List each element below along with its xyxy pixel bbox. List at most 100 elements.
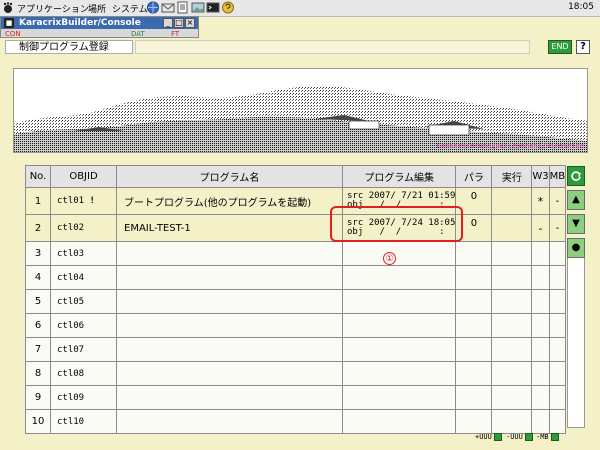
- table-row[interactable]: 1 ctl01 ! ブートプログラム(他のプログラムを起動) src 2007/…: [25, 187, 567, 215]
- row-objid[interactable]: ctl05: [50, 289, 117, 314]
- row-w3[interactable]: -: [531, 214, 550, 242]
- scroll-track[interactable]: [567, 258, 585, 428]
- scroll-down-button[interactable]: ▼: [567, 214, 585, 234]
- scroll-up-button[interactable]: ▲: [567, 190, 585, 210]
- table-row[interactable]: 3 ctl03: [25, 241, 567, 266]
- row-w3[interactable]: [531, 313, 550, 338]
- row-w3[interactable]: [531, 265, 550, 290]
- row-mb[interactable]: [548, 337, 567, 362]
- row-exec[interactable]: [491, 289, 533, 314]
- image-viewer-icon[interactable]: [191, 1, 205, 14]
- row-program-edit[interactable]: [341, 289, 457, 314]
- row-w3[interactable]: [531, 385, 550, 410]
- row-para[interactable]: [455, 265, 493, 290]
- row-program-name[interactable]: EMAIL-TEST-1: [116, 214, 343, 242]
- minimize-icon[interactable]: _: [163, 18, 173, 28]
- row-exec[interactable]: [491, 241, 533, 266]
- row-w3[interactable]: *: [531, 187, 550, 215]
- row-program-name[interactable]: [116, 289, 343, 314]
- row-mb[interactable]: [548, 409, 567, 434]
- close-icon[interactable]: ×: [185, 18, 195, 28]
- row-exec[interactable]: [491, 187, 533, 215]
- row-program-name[interactable]: [116, 361, 343, 386]
- console-window[interactable]: ■ KaracrixBuilder/Console _ □ × CON DAT …: [0, 16, 199, 38]
- row-exec[interactable]: [491, 361, 533, 386]
- row-para[interactable]: [455, 409, 493, 434]
- table-row[interactable]: 8 ctl08: [25, 361, 567, 386]
- row-exec[interactable]: [491, 214, 533, 242]
- gnome-foot-icon[interactable]: [2, 2, 14, 14]
- console-tool-ft[interactable]: FT: [171, 30, 179, 38]
- row-mb[interactable]: [548, 241, 567, 266]
- row-mb[interactable]: [548, 361, 567, 386]
- table-row[interactable]: 4 ctl04: [25, 265, 567, 290]
- row-objid[interactable]: ctl02: [50, 214, 117, 242]
- row-w3[interactable]: [531, 241, 550, 266]
- remove-uuu-button[interactable]: -UUU: [506, 433, 533, 441]
- end-button[interactable]: END: [548, 40, 572, 54]
- row-mb[interactable]: -: [548, 187, 567, 215]
- table-row[interactable]: 6 ctl06: [25, 313, 567, 338]
- row-mb[interactable]: [548, 313, 567, 338]
- row-program-edit[interactable]: [341, 361, 457, 386]
- row-program-name[interactable]: [116, 265, 343, 290]
- editor-icon[interactable]: [176, 1, 190, 14]
- remove-mb-button[interactable]: -MB: [536, 433, 559, 441]
- row-exec[interactable]: [491, 385, 533, 410]
- help-button[interactable]: ?: [576, 40, 590, 54]
- mail-icon[interactable]: [161, 1, 175, 14]
- row-program-name[interactable]: ブートプログラム(他のプログラムを起動): [116, 187, 343, 215]
- row-para[interactable]: [455, 289, 493, 314]
- row-objid[interactable]: ctl06: [50, 313, 117, 338]
- menu-places[interactable]: 場所: [88, 2, 106, 15]
- menu-applications[interactable]: アプリケーション: [17, 2, 89, 15]
- row-mb[interactable]: [548, 289, 567, 314]
- row-para[interactable]: [455, 313, 493, 338]
- clock[interactable]: 18:05: [568, 2, 594, 12]
- row-objid[interactable]: ctl08: [50, 361, 117, 386]
- row-objid[interactable]: ctl07: [50, 337, 117, 362]
- table-row[interactable]: 9 ctl09: [25, 385, 567, 410]
- row-objid[interactable]: ctl09: [50, 385, 117, 410]
- row-w3[interactable]: [531, 337, 550, 362]
- row-mb[interactable]: -: [548, 214, 567, 242]
- row-objid[interactable]: ctl01 !: [50, 187, 117, 215]
- row-w3[interactable]: [531, 289, 550, 314]
- row-objid[interactable]: ctl04: [50, 265, 117, 290]
- refresh-button[interactable]: [567, 166, 585, 186]
- row-program-edit[interactable]: [341, 337, 457, 362]
- console-titlebar[interactable]: ■ KaracrixBuilder/Console _ □ ×: [1, 17, 198, 29]
- row-para[interactable]: [455, 361, 493, 386]
- row-program-edit[interactable]: [341, 385, 457, 410]
- row-w3[interactable]: [531, 409, 550, 434]
- row-objid[interactable]: ctl03: [50, 241, 117, 266]
- row-para[interactable]: [455, 385, 493, 410]
- row-exec[interactable]: [491, 409, 533, 434]
- table-row[interactable]: 7 ctl07: [25, 337, 567, 362]
- maximize-icon[interactable]: □: [174, 18, 184, 28]
- row-mb[interactable]: [548, 265, 567, 290]
- select-button[interactable]: ●: [567, 238, 585, 258]
- row-program-edit[interactable]: [341, 265, 457, 290]
- menu-system[interactable]: システム: [112, 2, 148, 15]
- terminal-icon[interactable]: [206, 1, 220, 14]
- row-program-edit[interactable]: [341, 409, 457, 434]
- help-browser-icon[interactable]: [221, 1, 235, 14]
- console-tool-dat[interactable]: DAT: [131, 30, 145, 38]
- table-row[interactable]: 5 ctl05: [25, 289, 567, 314]
- row-objid[interactable]: ctl10: [50, 409, 117, 434]
- console-tool-con[interactable]: CON: [5, 30, 21, 38]
- table-row[interactable]: 2 ctl02 EMAIL-TEST-1 src 2007/ 7/24 18:0…: [25, 214, 567, 242]
- table-row[interactable]: 10 ctl10: [25, 409, 567, 434]
- row-para[interactable]: [455, 337, 493, 362]
- row-exec[interactable]: [491, 265, 533, 290]
- row-program-name[interactable]: [116, 337, 343, 362]
- row-program-name[interactable]: [116, 313, 343, 338]
- row-program-name[interactable]: [116, 409, 343, 434]
- row-program-edit[interactable]: [341, 313, 457, 338]
- row-program-name[interactable]: [116, 241, 343, 266]
- browser-icon[interactable]: [146, 1, 160, 14]
- row-program-name[interactable]: [116, 385, 343, 410]
- row-exec[interactable]: [491, 313, 533, 338]
- row-para[interactable]: [455, 241, 493, 266]
